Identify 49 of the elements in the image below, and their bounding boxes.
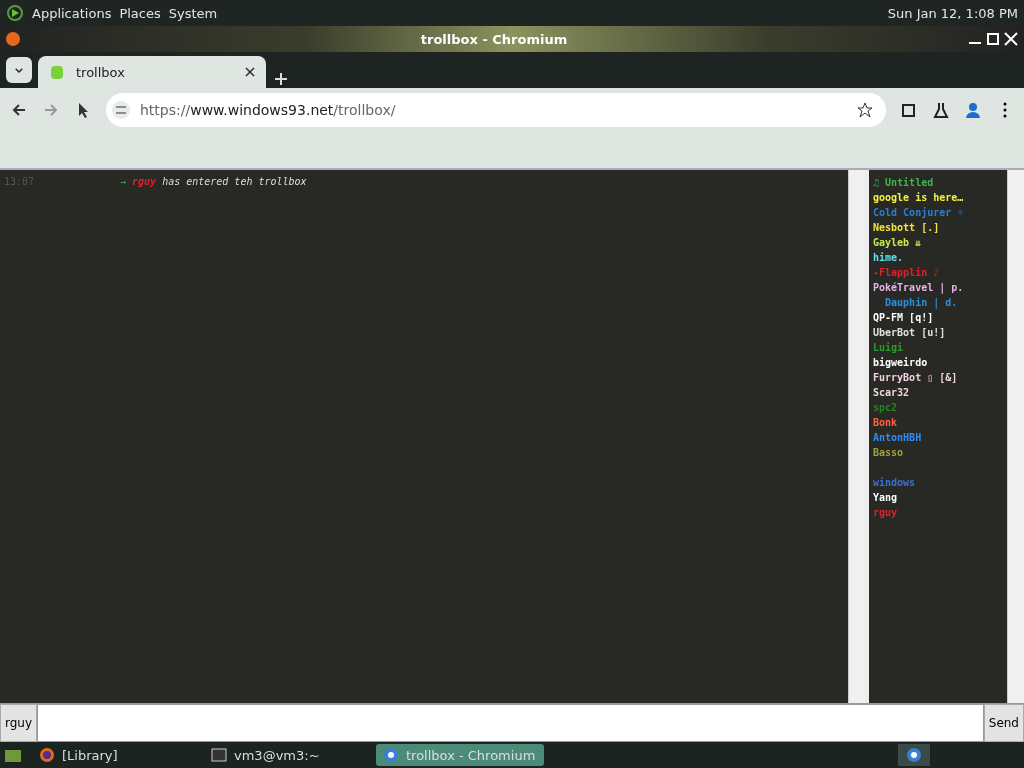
address-bar[interactable]: https://www.windows93.net/trollbox/ [106, 93, 886, 127]
app-icon [4, 30, 22, 48]
menu-item[interactable]: Places [119, 5, 161, 21]
nick-button[interactable]: rguy [0, 704, 38, 742]
user-name[interactable]: Bonk [873, 417, 1003, 432]
plus-icon[interactable] [272, 70, 290, 88]
join-arrow: → [120, 176, 127, 187]
user-name[interactable]: Nesbott [.] [873, 222, 1003, 237]
taskbar-item[interactable]: [Library] [32, 744, 194, 766]
star-icon[interactable] [856, 101, 874, 119]
browser-icon [382, 746, 400, 764]
tab-search-button[interactable] [6, 57, 32, 83]
user-name[interactable]: Scar32 [873, 387, 1003, 402]
message-text: has entered teh trollbox [162, 176, 307, 187]
tune-icon [112, 101, 130, 119]
profile-icon[interactable] [964, 101, 982, 119]
terminal-icon [210, 746, 228, 764]
close-icon[interactable] [244, 66, 256, 78]
user-name[interactable]: Gayleb ⇊ [873, 237, 1003, 252]
menu-item[interactable]: System [168, 5, 218, 21]
window-title: trollbox - Chromium [420, 31, 568, 47]
menu-item[interactable]: Applications [32, 5, 112, 21]
send-button[interactable]: Send [983, 704, 1024, 742]
user-name[interactable]: bigweirdo [873, 357, 1003, 372]
maximize-icon[interactable] [984, 30, 1002, 48]
globe-icon [38, 746, 56, 764]
user-name[interactable]: google is here… [873, 192, 1003, 207]
message-input[interactable] [37, 704, 984, 742]
logo-icon [6, 4, 24, 22]
user-name[interactable]: PokéTravel | p. [873, 282, 1003, 297]
user-name[interactable]: QP-FM [q!] [873, 312, 1003, 327]
tray-button[interactable] [898, 744, 930, 766]
nick: rguy [132, 176, 157, 187]
user-name[interactable]: Basso [873, 447, 1003, 462]
user-name[interactable]: ♫ Untitled [873, 177, 1003, 192]
user-name[interactable]: hime. [873, 252, 1003, 267]
close-icon[interactable] [1002, 30, 1020, 48]
user-name[interactable]: UberBot [u!] [873, 327, 1003, 342]
user-name[interactable]: Yang [873, 492, 1003, 507]
user-name[interactable]: Dauphin | d. [873, 297, 1003, 312]
user-name[interactable]: Luigi [873, 342, 1003, 357]
flask-icon[interactable] [932, 101, 950, 119]
taskbar-item[interactable]: vm3@vm3:~ [204, 744, 366, 766]
clock: Sun Jan 12, 1:08 PM [887, 5, 1018, 21]
tab[interactable]: trollbox [38, 56, 266, 88]
browser-icon [905, 746, 923, 764]
user-name[interactable]: FurryBot ▯ [&] [873, 372, 1003, 387]
user-name[interactable]: AntonHBH [873, 432, 1003, 447]
user-name[interactable]: Cold Conjurer ☼ [873, 207, 1003, 222]
